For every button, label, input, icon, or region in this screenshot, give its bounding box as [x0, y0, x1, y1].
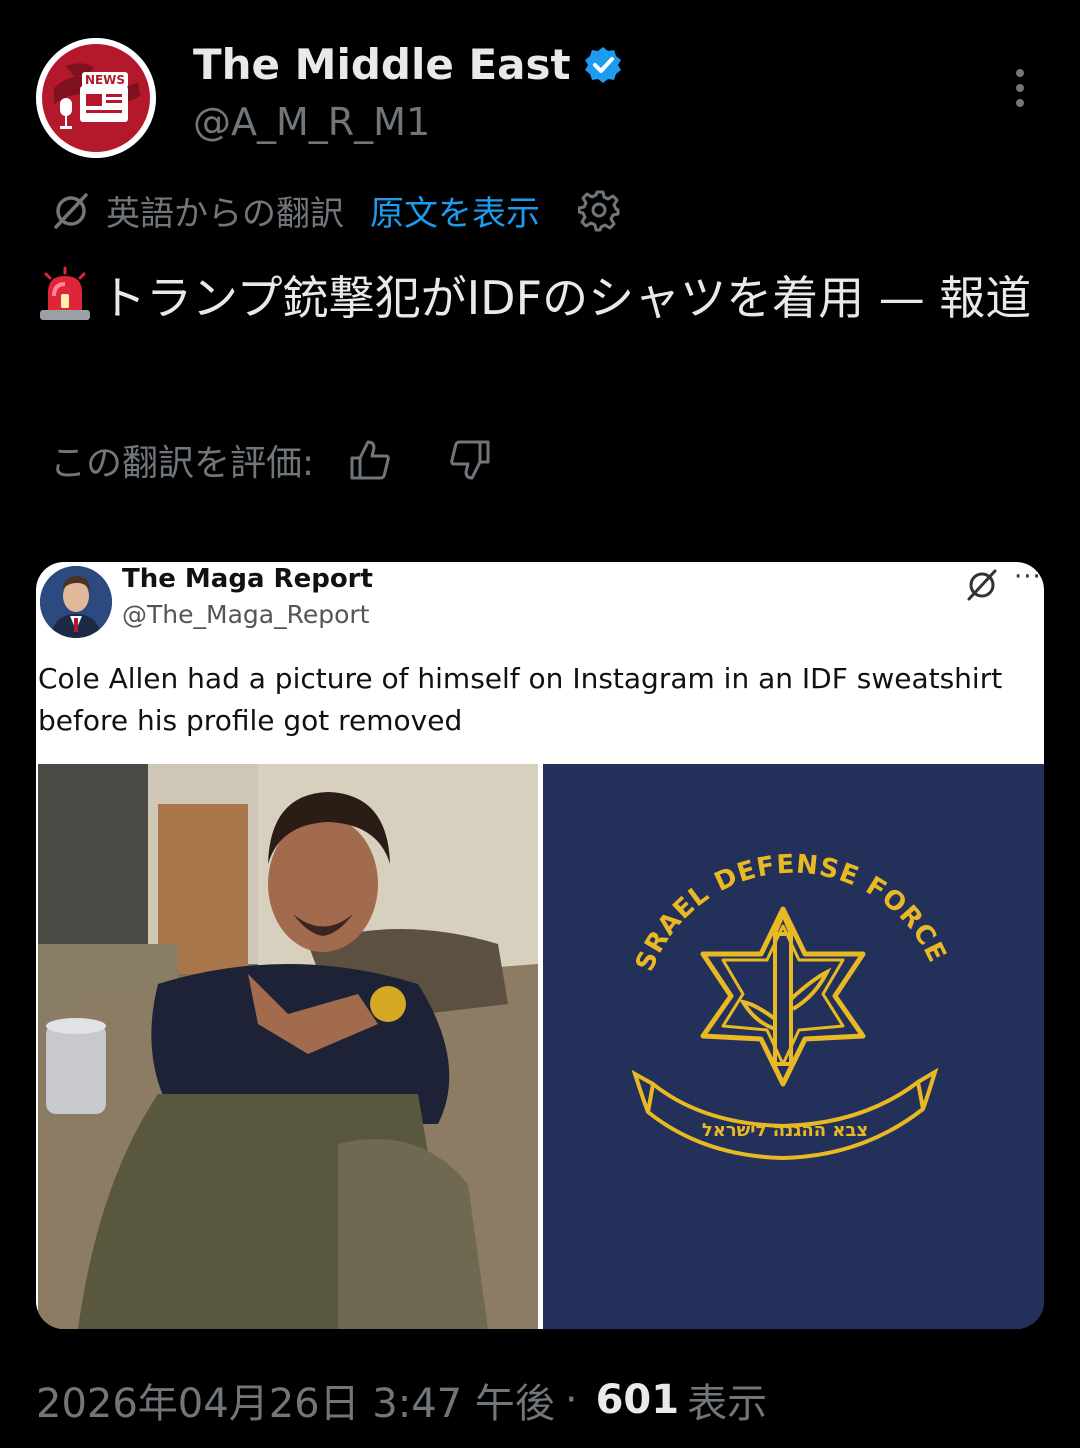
views-label: 表示 — [687, 1381, 768, 1427]
views-count: 601 — [595, 1377, 680, 1423]
verified-badge-icon — [584, 46, 621, 83]
meta-separator: · — [564, 1377, 578, 1423]
more-options-icon[interactable] — [998, 60, 1042, 116]
quoted-author-name: The Maga Report — [122, 564, 373, 594]
thumbs-down-icon[interactable] — [448, 438, 492, 482]
thumbs-up-icon[interactable] — [348, 438, 392, 482]
tweet-text: トランプ銃撃犯がIDFのシャツを着用 — 報道 — [36, 264, 1046, 332]
rate-translation-label: この翻訳を評価: — [50, 443, 315, 484]
rate-translation-row: この翻訳を評価: — [50, 434, 492, 486]
man-in-chair-photo-icon — [38, 764, 538, 1329]
idf-sweatshirt-photo: ISRAEL DEFENSE FORCES צבא ההגנה לישראל — [543, 764, 1044, 1329]
quoted-more-icon: ··· — [1014, 562, 1042, 592]
news-globe-logo-icon: NEWS — [36, 38, 156, 158]
quoted-author-handle: @The_Maga_Report — [122, 600, 370, 629]
svg-text:NEWS: NEWS — [85, 73, 125, 87]
gear-icon[interactable] — [578, 188, 622, 232]
translation-bar: 英語からの翻訳 原文を表示 — [50, 186, 622, 234]
tweet-detail-page: NEWS The Middle East @A_M_R_M1 英語からの翻訳 原… — [0, 0, 1080, 1448]
grok-translate-icon — [54, 193, 88, 229]
police-light-emoji-icon — [40, 266, 90, 320]
man-photo — [38, 764, 538, 1329]
idf-emblem-icon: ISRAEL DEFENSE FORCES צבא ההגנה לישראל — [543, 764, 1044, 1329]
tweet-meta-row: 2026年04月26日 3:47 午後 · 601 表示 — [36, 1372, 767, 1428]
quoted-text: Cole Allen had a picture of himself on I… — [38, 662, 1003, 737]
author-name[interactable]: The Middle East — [193, 40, 571, 89]
author-name-row[interactable]: The Middle East — [193, 40, 623, 89]
show-original-link[interactable]: 原文を表示 — [370, 186, 540, 235]
tweet-body: トランプ銃撃犯がIDFのシャツを着用 — 報道 — [100, 271, 1032, 325]
author-avatar[interactable]: NEWS — [36, 38, 156, 158]
grok-icon — [967, 569, 997, 601]
svg-text:צבא ההגנה לישראל: צבא ההגנה לישראל — [702, 1120, 868, 1141]
attached-screenshot-image[interactable]: The Maga Report @The_Maga_Report ··· Col… — [36, 562, 1044, 1329]
translation-label: 英語からの翻訳 — [106, 193, 344, 234]
person-portrait-icon — [40, 566, 112, 638]
author-handle[interactable]: @A_M_R_M1 — [193, 100, 430, 144]
quoted-avatar — [40, 566, 112, 638]
tweet-timestamp[interactable]: 2026年04月26日 3:47 午後 — [36, 1371, 555, 1429]
